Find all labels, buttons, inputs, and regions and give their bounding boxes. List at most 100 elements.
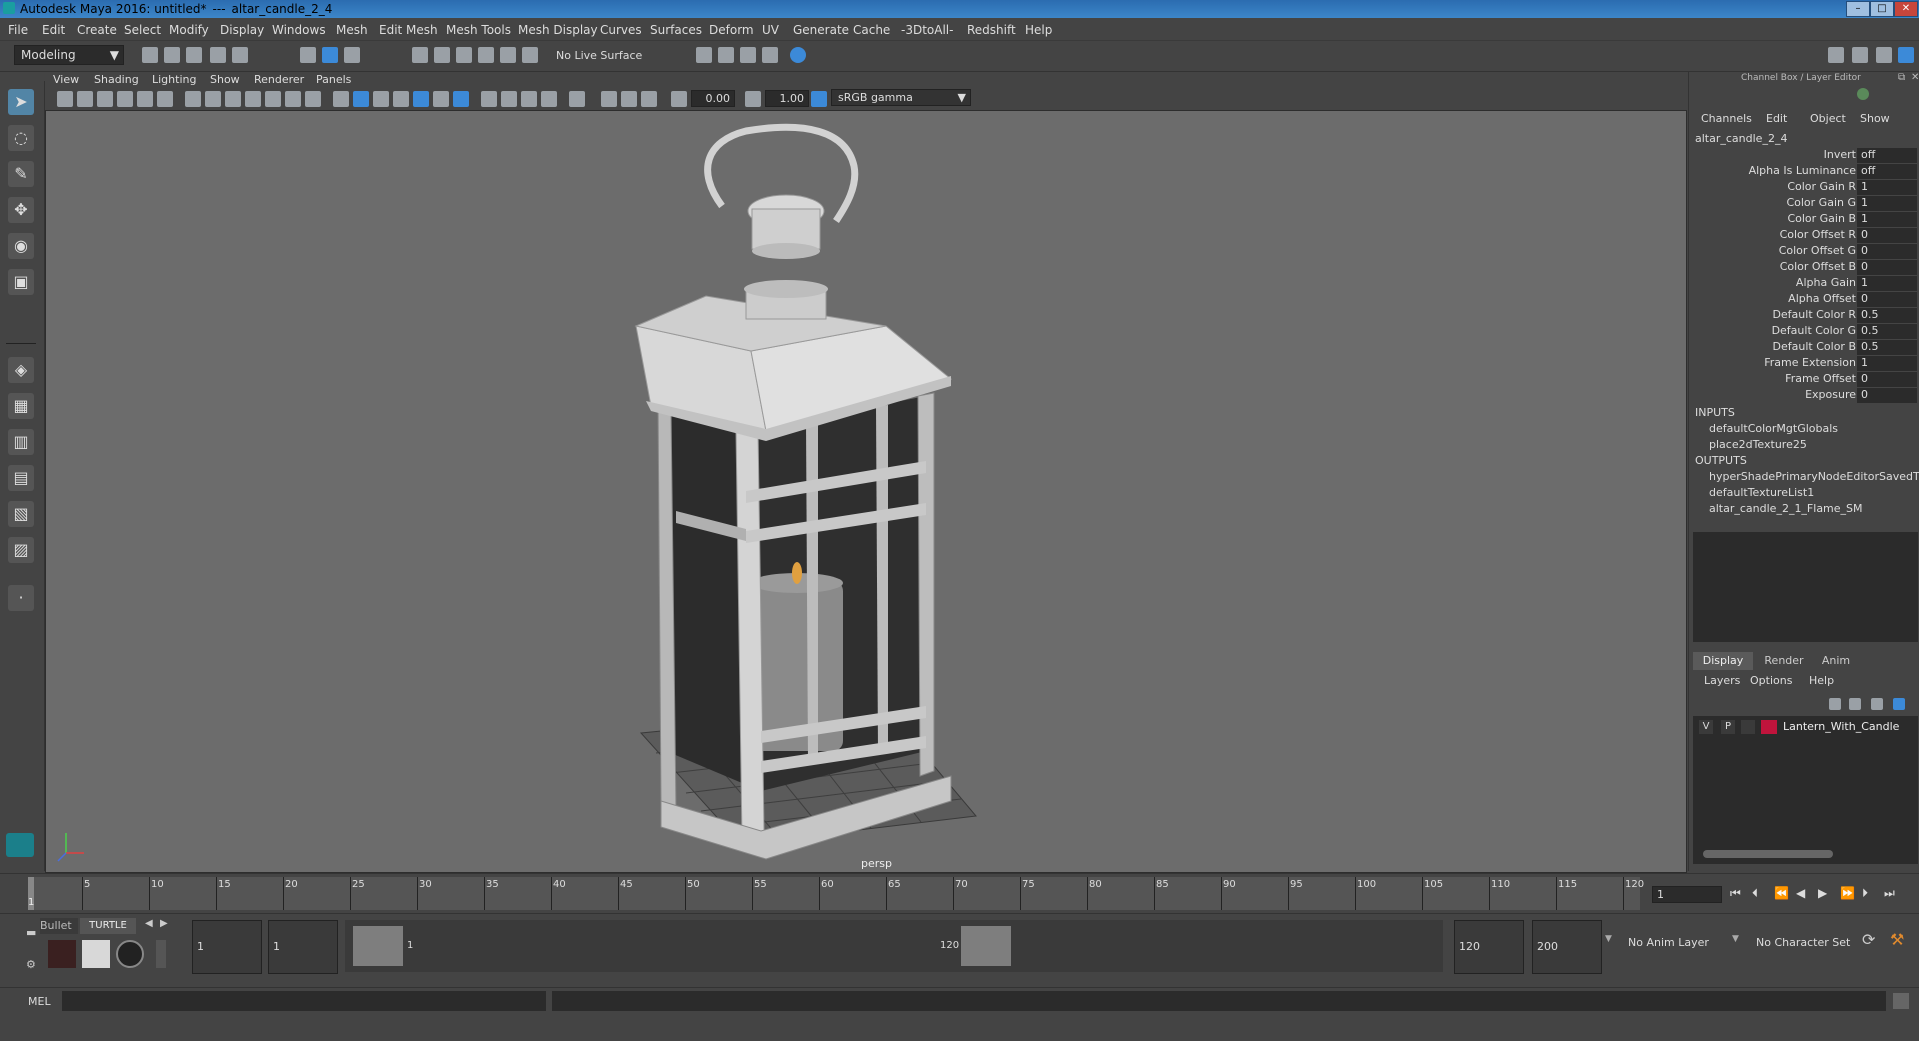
film-gate-icon[interactable] — [205, 91, 221, 107]
wireframe-icon[interactable] — [333, 91, 349, 107]
save-scene-icon[interactable] — [186, 47, 202, 63]
open-scene-icon[interactable] — [164, 47, 180, 63]
attr-row-color-gain-r[interactable]: Color Gain R1 — [1689, 180, 1919, 196]
step-back-key-icon[interactable]: ⏪ — [1774, 886, 1789, 900]
panel-menu-show[interactable]: Show — [210, 73, 240, 86]
default-material-icon[interactable] — [373, 91, 389, 107]
panel-menu-view[interactable]: View — [53, 73, 79, 86]
channel-box-icon[interactable] — [1898, 47, 1914, 63]
move-layer-up-icon[interactable] — [1829, 698, 1841, 710]
attr-row-invert[interactable]: Invert off — [1689, 148, 1919, 164]
range-slider[interactable]: 1 120 — [345, 920, 1443, 972]
safe-title-icon[interactable] — [305, 91, 321, 107]
menu-curves[interactable]: Curves — [600, 23, 642, 37]
cb-menu-channels[interactable]: Channels — [1701, 112, 1752, 125]
current-frame-field[interactable]: 1 — [1652, 886, 1722, 903]
shelf-settings-icon[interactable]: ⚙ — [26, 958, 36, 971]
attr-row-default-color-r[interactable]: Default Color R 0.5 — [1689, 308, 1919, 324]
resolution-gate-icon[interactable] — [225, 91, 241, 107]
lasso-tool-icon[interactable]: ◌ — [8, 125, 34, 151]
chevron-down-icon[interactable]: ▼ — [1605, 934, 1612, 944]
snap-live-icon[interactable] — [500, 47, 516, 63]
move-tool-icon[interactable]: ✥ — [8, 197, 34, 223]
ipr-render-icon[interactable] — [718, 47, 734, 63]
play-backwards-icon[interactable]: ◀ — [1796, 886, 1805, 900]
end-time-field[interactable]: 200 — [1532, 920, 1602, 974]
chevron-down-icon[interactable]: ▼ — [1732, 934, 1739, 944]
menu-display[interactable]: Display — [220, 23, 264, 37]
tool-settings-icon[interactable] — [1876, 47, 1892, 63]
outliner-persp-layout-icon[interactable]: ▨ — [8, 537, 34, 563]
redo-icon[interactable] — [232, 47, 248, 63]
cb-menu-object[interactable]: Object — [1810, 112, 1846, 125]
channel-box-toggle-icon[interactable] — [1857, 88, 1869, 100]
new-empty-layer-icon[interactable] — [1871, 698, 1883, 710]
camera-attributes-icon[interactable] — [77, 91, 93, 107]
attr-value[interactable]: 0.5 — [1857, 324, 1917, 339]
attr-value[interactable]: 0.5 — [1857, 340, 1917, 355]
persp-outliner-layout-icon[interactable]: ▥ — [8, 429, 34, 455]
range-end-handle[interactable] — [961, 926, 1011, 966]
exposure-icon[interactable] — [671, 91, 687, 107]
panel-menu-panels[interactable]: Panels — [316, 73, 351, 86]
snap-view-plane-icon[interactable] — [478, 47, 494, 63]
gamma-icon[interactable] — [745, 91, 761, 107]
paint-select-tool-icon[interactable]: ✎ — [8, 161, 34, 187]
menu-mesh[interactable]: Mesh — [336, 23, 368, 37]
smooth-shade-icon[interactable] — [353, 91, 369, 107]
xray-components-icon[interactable] — [641, 91, 657, 107]
layer-tab-anim[interactable]: Anim — [1813, 652, 1859, 670]
select-by-component-icon[interactable] — [344, 47, 360, 63]
attr-row-color-offset-r[interactable]: Color Offset R0 — [1689, 228, 1919, 244]
four-view-layout-icon[interactable]: ▦ — [8, 393, 34, 419]
menu-windows[interactable]: Windows — [272, 23, 326, 37]
attr-value[interactable]: 1 — [1857, 180, 1917, 195]
cb-menu-edit[interactable]: Edit — [1766, 112, 1787, 125]
view-transform-icon[interactable] — [811, 91, 827, 107]
attr-value[interactable]: 0 — [1857, 244, 1917, 259]
attr-value[interactable]: 1 — [1857, 356, 1917, 371]
layer-tab-display[interactable]: Display — [1693, 652, 1753, 670]
snap-curve-icon[interactable] — [434, 47, 450, 63]
menu-file[interactable]: File — [8, 23, 28, 37]
close-panel-icon[interactable]: ✕ — [1911, 72, 1919, 83]
layer-display-type-toggle[interactable] — [1741, 720, 1755, 734]
step-forward-key-icon[interactable]: ⏩ — [1840, 886, 1855, 900]
attr-row-default-color-g[interactable]: Default Color G 0.5 — [1689, 324, 1919, 340]
attr-row-frame-offset[interactable]: Frame Offset 0 — [1689, 372, 1919, 388]
collapse-icon[interactable]: ▬ — [26, 926, 36, 939]
field-chart-icon[interactable] — [265, 91, 281, 107]
camera-select-icon[interactable] — [57, 91, 73, 107]
menu-redshift[interactable]: Redshift — [967, 23, 1016, 37]
shadows-icon[interactable] — [453, 91, 469, 107]
attr-row-alpha-is-luminance[interactable]: Alpha Is Luminance off — [1689, 164, 1919, 180]
menu-3dtoall[interactable]: -3DtoAll- — [901, 23, 953, 37]
turtle-render-icon[interactable] — [48, 940, 76, 968]
depth-of-field-icon[interactable] — [541, 91, 557, 107]
layer-menu-options[interactable]: Options — [1750, 674, 1792, 687]
wireframe-on-shaded-icon[interactable] — [393, 91, 409, 107]
menu-create[interactable]: Create — [77, 23, 117, 37]
undo-icon[interactable] — [210, 47, 226, 63]
command-language-toggle[interactable]: MEL — [28, 995, 51, 1008]
grid-icon[interactable] — [185, 91, 201, 107]
modeling-toolkit-icon[interactable] — [1828, 47, 1844, 63]
menu-mesh-display[interactable]: Mesh Display — [518, 23, 598, 37]
attr-row-frame-extension[interactable]: Frame Extension 1 — [1689, 356, 1919, 372]
menu-modify[interactable]: Modify — [169, 23, 209, 37]
menu-mesh-tools[interactable]: Mesh Tools — [446, 23, 511, 37]
cb-menu-show[interactable]: Show — [1860, 112, 1890, 125]
layer-visibility-toggle[interactable]: V — [1699, 720, 1713, 734]
attr-row-default-color-b[interactable]: Default Color B 0.5 — [1689, 340, 1919, 356]
attr-value[interactable]: 1 — [1857, 212, 1917, 227]
safe-action-icon[interactable] — [285, 91, 301, 107]
layer-row[interactable]: V P Lantern_With_Candle — [1695, 718, 1916, 736]
turtle-bake-icon[interactable] — [82, 940, 110, 968]
hypershade-layout-icon[interactable]: ▧ — [8, 501, 34, 527]
persp-graph-layout-icon[interactable]: ▤ — [8, 465, 34, 491]
output-node[interactable]: hyperShadePrimaryNodeEditorSavedT... — [1709, 470, 1919, 483]
live-surface-label[interactable]: No Live Surface — [556, 49, 642, 62]
node-name[interactable]: altar_candle_2_4 — [1695, 132, 1787, 145]
menu-generate[interactable]: Generate — [793, 23, 849, 37]
more-layouts-icon[interactable]: · — [8, 585, 34, 611]
